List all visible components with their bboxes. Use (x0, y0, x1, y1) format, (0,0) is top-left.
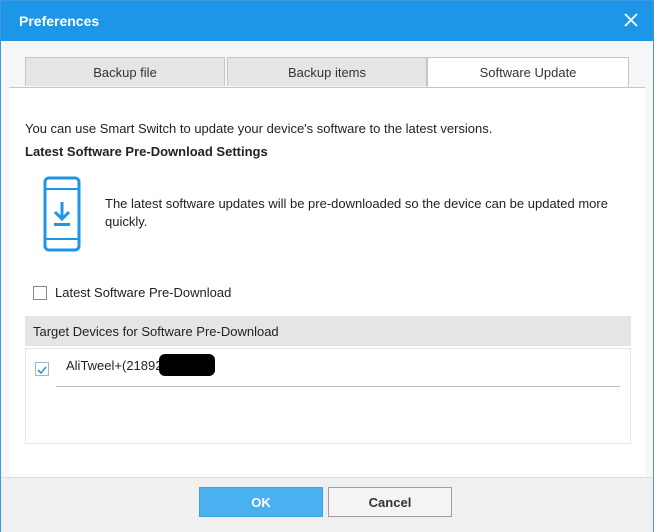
device-list: AliTweel+(21892 (25, 348, 631, 444)
pre-download-info: The latest software updates will be pre-… (105, 196, 608, 229)
description-text: You can use Smart Switch to update your … (25, 121, 493, 136)
target-devices-title: Target Devices for Software Pre-Download (33, 324, 279, 339)
redacted-block (159, 354, 215, 376)
section-heading: Latest Software Pre-Download Settings (25, 144, 268, 159)
pre-download-checkbox[interactable] (33, 286, 47, 300)
tab-backup-items[interactable]: Backup items (227, 57, 427, 86)
ok-button[interactable]: OK (199, 487, 323, 517)
preferences-dialog: Preferences Backup file Backup items Sof… (0, 0, 654, 532)
device-checkbox[interactable] (35, 362, 49, 376)
phone-download-icon (43, 176, 81, 252)
title-bar: Preferences (1, 1, 653, 41)
device-name: AliTweel+(21892 (66, 358, 163, 373)
checkmark-icon (37, 366, 47, 375)
pre-download-label: Latest Software Pre-Download (55, 285, 232, 300)
tab-software-update[interactable]: Software Update (427, 57, 629, 88)
software-update-panel: You can use Smart Switch to update your … (9, 87, 645, 478)
tab-bar: Backup file Backup items Software Update (25, 57, 629, 88)
close-icon[interactable] (621, 10, 641, 30)
dialog-title: Preferences (19, 13, 100, 29)
cancel-button[interactable]: Cancel (328, 487, 452, 517)
target-devices-header: Target Devices for Software Pre-Download (25, 316, 631, 346)
dialog-footer: OK Cancel (1, 477, 653, 532)
device-divider (56, 386, 620, 387)
tab-backup-file[interactable]: Backup file (25, 57, 225, 86)
